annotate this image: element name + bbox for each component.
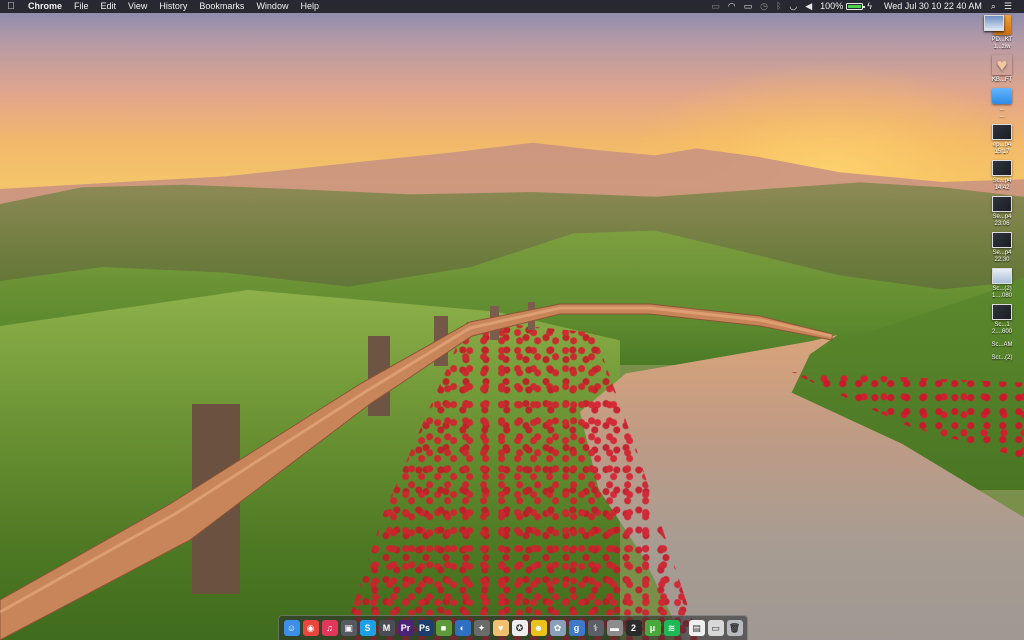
- menu-bookmarks[interactable]: Bookmarks: [193, 0, 250, 13]
- menu-bar:  Chrome File Edit View History Bookmark…: [0, 0, 1024, 13]
- heart-file-icon: ♥: [992, 55, 1012, 75]
- desktop-file-sublabel: ...: [999, 113, 1005, 119]
- dock-instruments-icon[interactable]: ✪: [511, 620, 528, 636]
- file-thumbnail: [992, 232, 1012, 248]
- desktop-file-icon[interactable]: ♥ KB...FT: [984, 55, 1020, 84]
- desktop-file-sublabel: 23:06: [994, 221, 1010, 227]
- desktop-icons: PD...KT 1...ziw ♥ KB...FT...... ep...p4 15:17…: [984, 15, 1020, 366]
- wallpaper-wooden-rail: [0, 300, 840, 640]
- desktop-file-sublabel: 22:30: [994, 257, 1010, 263]
- dock-utorrent-icon[interactable]: μ: [644, 620, 661, 636]
- menu-view[interactable]: View: [122, 0, 153, 13]
- dock-finder-icon[interactable]: ☺: [283, 620, 300, 636]
- menu-extra-icon[interactable]: ▭: [711, 0, 720, 13]
- dock-smiley-icon[interactable]: ☻: [530, 620, 547, 636]
- folder-icon: [992, 88, 1012, 104]
- desktop-file-label: PD...KT: [991, 37, 1013, 43]
- spotlight-search-icon[interactable]: ⌕: [991, 0, 996, 13]
- desktop-file-label: Sc...(2): [992, 286, 1012, 292]
- menu-history[interactable]: History: [153, 0, 193, 13]
- desktop-file-label: Se...p4: [992, 250, 1012, 256]
- dock-heart-app-icon[interactable]: ♥: [492, 620, 509, 636]
- battery-percent[interactable]: 100%: [820, 0, 843, 13]
- dock-drive-icon[interactable]: ▬: [606, 620, 623, 636]
- desktop-file-label: Sc...p4: [992, 178, 1012, 184]
- desktop-file-icon[interactable]: Sc...(2) 1....080: [984, 268, 1020, 300]
- file-thumbnail: [992, 268, 1012, 284]
- dock-preview-icon[interactable]: ✿: [549, 620, 566, 636]
- dock-browser-icon[interactable]: ◐: [454, 620, 471, 636]
- desktop-file-icon[interactable]: ep...p4 15:17: [984, 124, 1020, 156]
- bluetooth-icon[interactable]: ᛒ: [776, 0, 781, 13]
- dock-gimp-icon[interactable]: g: [568, 620, 585, 636]
- desktop-file-sublabel: 15:17: [994, 149, 1010, 155]
- dock-minecraft-icon[interactable]: ■: [435, 620, 452, 636]
- desktop-file-label: Se...p4: [992, 214, 1012, 220]
- menu-clock[interactable]: Wed Jul 30 10 22 40 AM: [884, 0, 982, 13]
- dock-spotify-icon[interactable]: ≋: [663, 620, 680, 636]
- apple-logo-icon[interactable]: : [0, 0, 22, 13]
- desktop-file-icon[interactable]: Sc...1 2....600: [984, 304, 1020, 336]
- desktop-file-icon[interactable]: Scr...(2): [984, 15, 1020, 362]
- notification-center-icon[interactable]: ☰: [1004, 0, 1012, 13]
- dock-two-icon[interactable]: 2: [625, 620, 642, 636]
- desktop-file-icon[interactable]: Sc...AM: [984, 15, 1020, 349]
- desktop-file-sublabel: 2....600: [991, 329, 1012, 335]
- file-thumbnail: [992, 160, 1012, 176]
- dock: ☺ ◉ ♫ ▣ S M Pr Ps ■ ◐ ✦ ♥ ✪ ☻ ✿ g ⚕ ▬ 2 μ ≋ ▤ ▭ 🗑: [278, 615, 748, 640]
- menu-edit[interactable]: Edit: [95, 0, 123, 13]
- dock-window-icon[interactable]: ▭: [707, 620, 724, 636]
- desktop-file-sublabel: 1...ziw: [993, 44, 1011, 50]
- file-thumbnail: [992, 304, 1012, 320]
- dock-extra-icon[interactable]: ✦: [473, 620, 490, 636]
- rail-beam: [0, 303, 833, 640]
- dock-mail-m-icon[interactable]: M: [378, 620, 395, 636]
- desktop-file-icon[interactable]: ......: [984, 88, 1020, 120]
- file-thumbnail: [992, 196, 1012, 212]
- desktop-file-label: ep...p4: [992, 142, 1012, 148]
- desktop-file-label: Scr...(2): [991, 355, 1013, 361]
- desktop-file-icon[interactable]: Se...p4 22:30: [984, 232, 1020, 264]
- menu-app-name[interactable]: Chrome: [22, 0, 68, 13]
- time-machine-icon[interactable]: ◷: [760, 0, 768, 13]
- menu-file[interactable]: File: [68, 0, 95, 13]
- desktop-file-label: Sc...AM: [991, 342, 1013, 348]
- desktop-file-label: Sc...1: [994, 322, 1010, 328]
- dock-photoshop-icon[interactable]: Ps: [416, 620, 433, 636]
- desktop-file-label: ...: [999, 106, 1005, 112]
- wifi-icon[interactable]: ◡: [789, 0, 797, 13]
- airplay-icon[interactable]: ▭: [744, 0, 753, 13]
- dock-premiere-icon[interactable]: Pr: [397, 620, 414, 636]
- desktop-file-sublabel: 1....080: [991, 293, 1012, 299]
- dock-tool-icon[interactable]: ⚕: [587, 620, 604, 636]
- desktop-file-icon[interactable]: Se...p4 23:06: [984, 196, 1020, 228]
- desktop-file-sublabel: 14:42: [994, 185, 1010, 191]
- dock-screenshot-icon[interactable]: ▣: [340, 620, 357, 636]
- file-thumbnail: [984, 15, 1004, 31]
- dock-itunes-icon[interactable]: ♫: [321, 620, 338, 636]
- desktop-wallpaper: [0, 0, 1024, 640]
- file-thumbnail: [992, 124, 1012, 140]
- dock-chrome-icon[interactable]: ◉: [302, 620, 319, 636]
- menu-help[interactable]: Help: [294, 0, 325, 13]
- desktop-file-label: KB...FT: [991, 77, 1013, 83]
- charging-bolt-icon: ϟ: [867, 1, 872, 11]
- desktop-file-icon[interactable]: Sc...p4 14:42: [984, 160, 1020, 192]
- menu-window[interactable]: Window: [250, 0, 294, 13]
- dock-trash-icon[interactable]: 🗑: [726, 620, 743, 636]
- headphones-icon[interactable]: ◠: [728, 0, 736, 13]
- dock-skype-icon[interactable]: S: [359, 620, 376, 636]
- battery-icon[interactable]: [846, 3, 866, 10]
- dock-document-icon[interactable]: ▤: [688, 620, 705, 636]
- volume-icon[interactable]: ◀: [805, 0, 812, 13]
